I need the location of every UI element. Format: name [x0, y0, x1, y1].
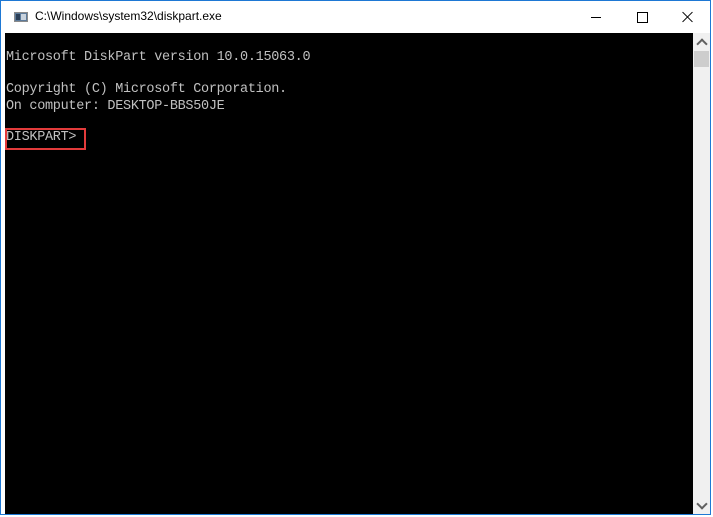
- minimize-icon: [591, 16, 601, 18]
- window-title: C:\Windows\system32\diskpart.exe: [35, 9, 222, 23]
- chevron-down-icon: [695, 497, 708, 510]
- scroll-thumb[interactable]: [694, 51, 709, 67]
- close-button[interactable]: [665, 1, 711, 33]
- scroll-up-button[interactable]: [693, 33, 710, 50]
- vertical-scrollbar[interactable]: [693, 33, 710, 514]
- close-icon: [682, 11, 694, 23]
- console-output[interactable]: Microsoft DiskPart version 10.0.15063.0 …: [5, 33, 693, 514]
- maximize-button[interactable]: [619, 1, 665, 33]
- diskpart-window: C:\Windows\system32\diskpart.exe Microso…: [0, 0, 711, 515]
- scroll-down-button[interactable]: [693, 497, 710, 514]
- chevron-up-icon: [695, 37, 708, 50]
- copyright-line: Copyright (C) Microsoft Corporation.: [6, 82, 287, 97]
- console-app-icon[interactable]: [14, 12, 28, 22]
- maximize-icon: [636, 11, 648, 23]
- computer-line: On computer: DESKTOP-BBS50JE: [6, 99, 225, 114]
- prompt-highlight-box: [5, 128, 86, 150]
- minimize-button[interactable]: [573, 1, 619, 33]
- title-bar[interactable]: C:\Windows\system32\diskpart.exe: [1, 1, 710, 33]
- version-line: Microsoft DiskPart version 10.0.15063.0: [6, 50, 311, 65]
